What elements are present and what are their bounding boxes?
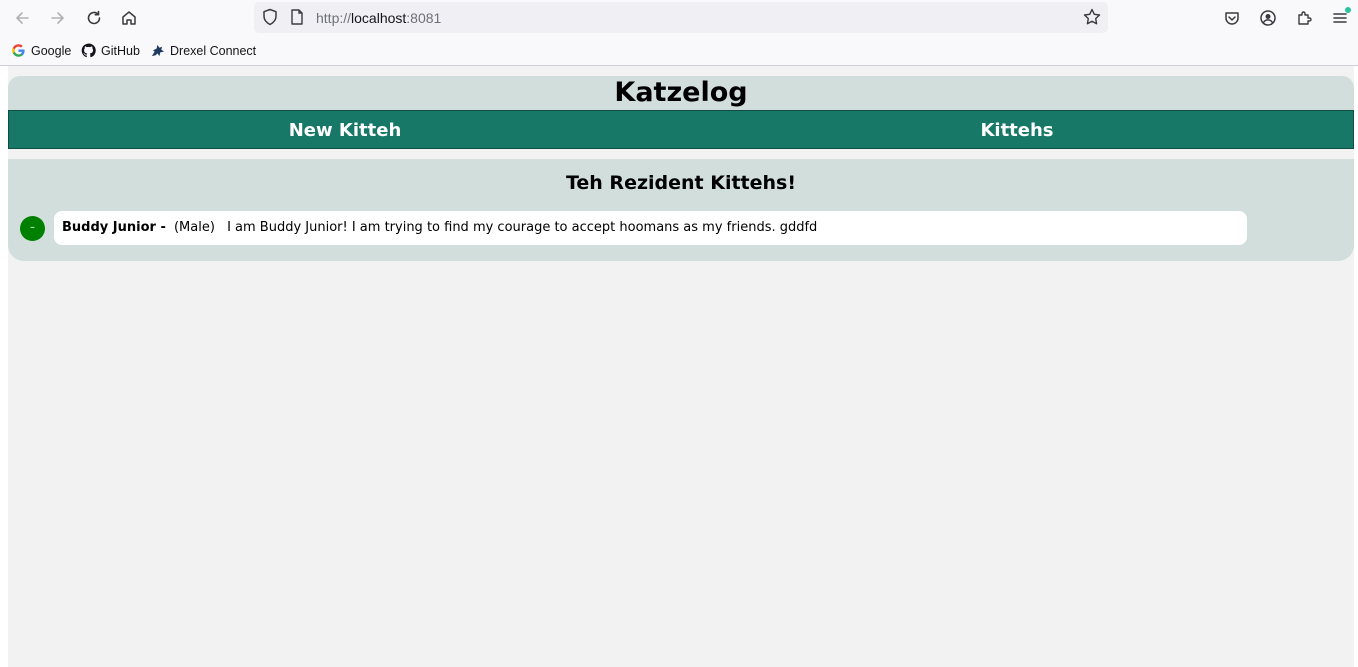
nav-kittehs[interactable]: Kittehs [681,111,1353,148]
page-title: Katzelog [614,77,748,108]
github-icon [81,43,96,58]
nav-new-kitteh[interactable]: New Kitteh [9,111,681,148]
bookmark-label: Google [31,43,72,58]
kitteh-description: I am Buddy Junior! I am trying to find m… [227,220,818,235]
account-icon [1260,10,1276,26]
bookmark-google[interactable]: Google [11,43,71,58]
pocket-button[interactable] [1219,5,1245,31]
bookmark-drexel-connect[interactable]: Drexel Connect [150,43,256,58]
kitteh-name: Buddy Junior - [62,220,166,235]
url-port: :8081 [406,10,442,26]
menu-button[interactable] [1327,5,1353,31]
back-button[interactable] [8,4,36,32]
url-bar[interactable]: http://localhost:8081 [254,2,1108,33]
forward-button[interactable] [44,4,72,32]
kitteh-list-item: Buddy Junior - (Male) I am Buddy Junior!… [54,211,1247,245]
back-arrow-icon [16,12,29,24]
kittehs-panel: Teh Rezident Kittehs! – Buddy Junior - (… [8,159,1354,261]
home-icon [122,11,136,25]
reload-button[interactable] [80,4,108,32]
account-button[interactable] [1255,5,1281,31]
url-prefix: http:// [316,10,352,26]
bookmarks-toolbar: Google GitHub Drexel Connect [0,36,1358,66]
bookmark-github[interactable]: GitHub [81,43,140,58]
page-viewport: Katzelog New Kitteh Kittehs Teh Rezident… [0,66,1358,667]
page-body [8,66,1354,667]
url-text[interactable]: http://localhost:8081 [316,10,441,26]
dragon-icon [151,44,165,57]
reload-icon [87,10,101,25]
bookmark-star-icon[interactable] [1082,7,1102,27]
bookmark-label: Drexel Connect [170,43,257,58]
extensions-button[interactable] [1291,5,1317,31]
pocket-icon [1225,12,1239,25]
main-nav: New Kitteh Kittehs [8,110,1354,149]
remove-kitteh-button[interactable]: – [20,216,45,241]
kitteh-gender: (Male) [173,220,215,235]
app-header: Katzelog [8,76,1354,112]
puzzle-piece-icon [1298,11,1312,25]
home-button[interactable] [115,4,143,32]
forward-arrow-icon [51,12,64,24]
bookmark-label: GitHub [101,43,140,58]
notification-dot [1345,7,1351,13]
browser-toolbar: http://localhost:8081 [0,0,1358,36]
section-title: Teh Rezident Kittehs! [565,172,797,194]
tracking-protection-shield-icon[interactable] [260,7,280,27]
page-info-icon[interactable] [288,8,306,26]
url-host: localhost [351,10,407,26]
google-icon [12,44,25,57]
